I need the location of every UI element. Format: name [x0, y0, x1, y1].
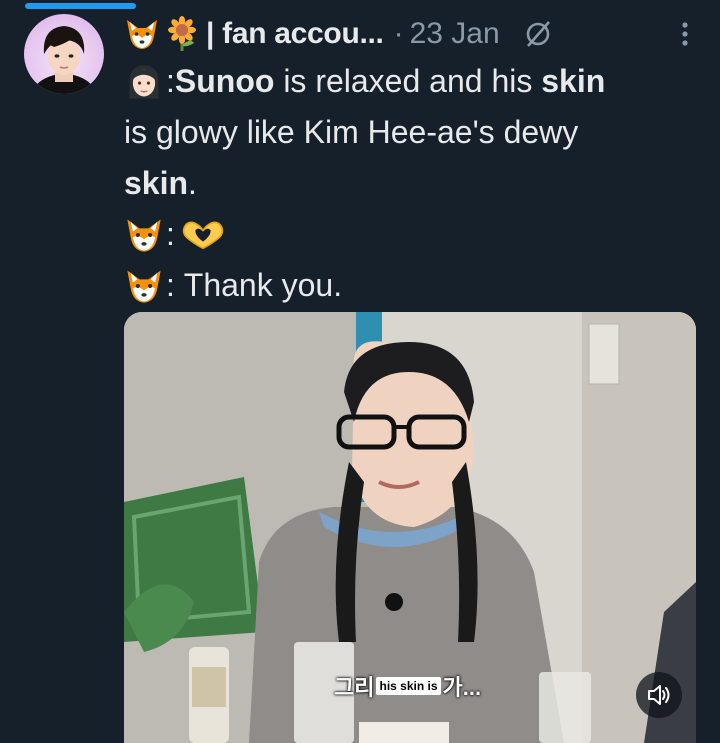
- tweet-text-bold: skin: [124, 165, 189, 201]
- subtitle-text: 그리: [334, 675, 375, 700]
- sunflower-emoji: [168, 16, 196, 51]
- tweet-header: | fan accou... · 23 Jan: [124, 14, 720, 54]
- woman-emoji: [129, 64, 159, 99]
- video-subtitle: 그리 his skin is 가...: [334, 673, 482, 700]
- avatar-image: [30, 26, 98, 94]
- fox-emoji: [127, 269, 161, 303]
- separator-dot: ·: [393, 17, 404, 50]
- tab-indicator: [25, 3, 136, 9]
- hashtag-name: Sunoo: [174, 63, 275, 99]
- tweet-text-segment: Thank you.: [183, 267, 343, 303]
- edited-icon[interactable]: [522, 18, 554, 50]
- heart-hands-emoji: [182, 221, 224, 249]
- subtitle-text: 가...: [442, 675, 482, 700]
- subtitle-translation: his skin is: [376, 677, 441, 695]
- mute-button[interactable]: [636, 672, 682, 718]
- tweet-line: :: [124, 209, 704, 260]
- tweet-line: is glowy like Kim Hee-ae's dewy: [124, 107, 704, 158]
- tweet-text-bold: skin: [541, 63, 606, 99]
- tweet-text-segment: is relaxed and his: [274, 63, 542, 99]
- fox-emoji: [127, 218, 161, 252]
- tweet-line: : Thank you.: [124, 260, 704, 311]
- tweet-text-segment: is glowy like Kim Hee-ae's dewy: [124, 114, 579, 150]
- tweet-text: : Sunoo is relaxed and his skin is glowy…: [124, 56, 704, 311]
- tweet-line: : Sunoo is relaxed and his skin: [124, 56, 704, 107]
- fox-emoji: [127, 20, 157, 49]
- tweet-line: skin .: [124, 158, 704, 209]
- video-player[interactable]: 그리 his skin is 가...: [124, 312, 696, 743]
- speaker-separator: :: [166, 63, 175, 99]
- tweet-date[interactable]: 23 Jan: [410, 17, 500, 51]
- speaker-separator: :: [166, 216, 175, 252]
- display-name[interactable]: | fan accou...: [206, 17, 384, 51]
- speaker-separator: :: [166, 267, 184, 303]
- speaker-icon: [648, 685, 670, 705]
- avatar[interactable]: [24, 14, 104, 94]
- more-options-icon[interactable]: [680, 18, 690, 50]
- tweet-text-segment: .: [188, 165, 197, 201]
